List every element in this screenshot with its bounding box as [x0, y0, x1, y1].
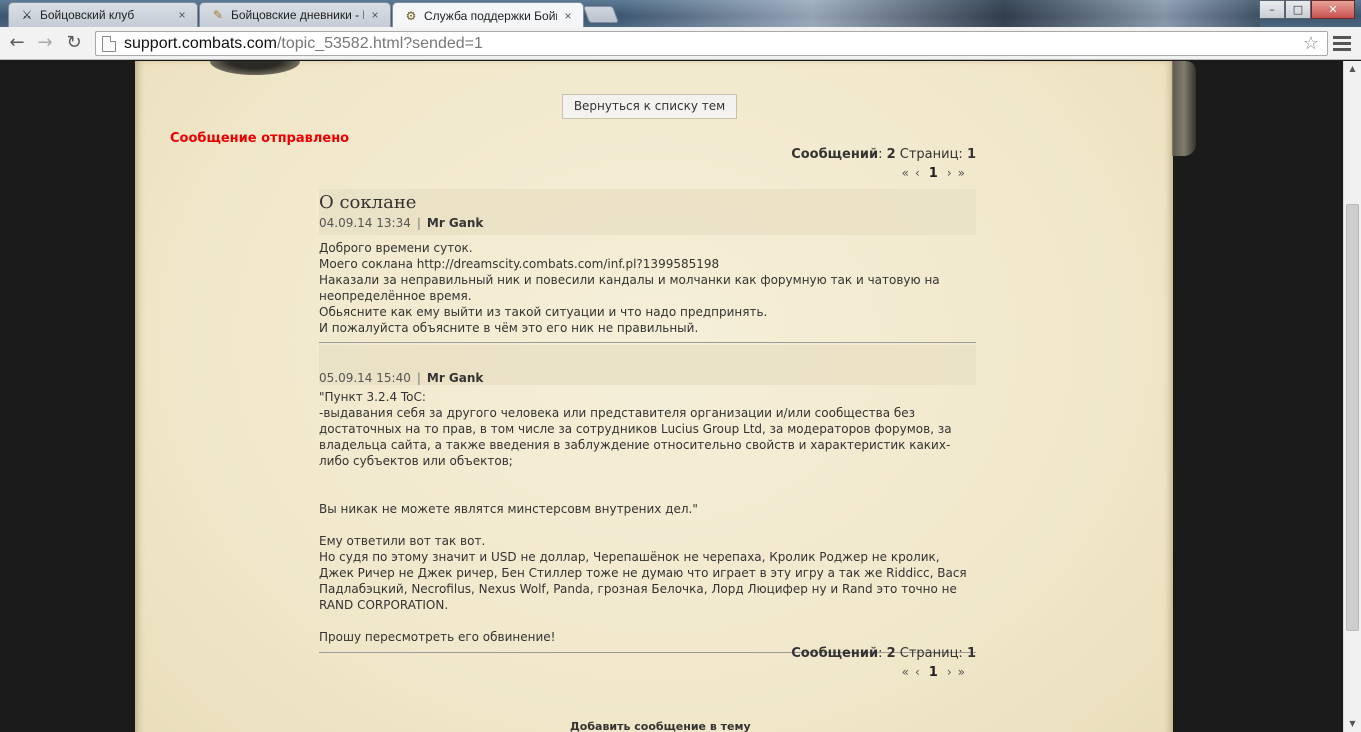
pages-count: 1	[966, 147, 976, 162]
add-message-link[interactable]: Добавить сообщение в тему	[570, 720, 751, 732]
close-icon[interactable]: ×	[368, 8, 382, 22]
decorative-ornament	[210, 61, 300, 75]
scrollbar-thumb[interactable]	[1346, 204, 1359, 631]
new-tab-button[interactable]	[582, 6, 620, 23]
window-controls: – □ ✕	[1259, 0, 1355, 19]
tab-strip: ⚔ Бойцовский клуб × ✎ Бойцовские дневник…	[0, 0, 1361, 27]
meta-separator: |	[416, 371, 421, 385]
tab-title: Бойцовские дневники - Н	[231, 8, 364, 22]
post-author[interactable]: Mr Gank	[427, 371, 484, 385]
tab-title: Бойцовский клуб	[40, 8, 135, 22]
tab-support-service[interactable]: ⚙ Служба поддержки Бойц ×	[392, 2, 584, 27]
pager: « ‹ 1 › »	[899, 166, 968, 181]
pages-count: 1	[966, 646, 976, 661]
sent-notice: Сообщение отправлено	[170, 131, 350, 146]
url-path: /topic_53582.html?sended=1	[276, 34, 483, 52]
topic-title: О соклане	[319, 192, 417, 213]
page-icon	[102, 35, 116, 52]
post-date: 05.09.14 15:40	[319, 371, 411, 385]
post-divider	[319, 342, 976, 343]
close-icon[interactable]: ×	[175, 8, 189, 22]
scroll-up-icon[interactable]: ▲	[1344, 61, 1361, 77]
prev-page-link[interactable]: ‹	[915, 665, 920, 679]
tab-combat-diaries[interactable]: ✎ Бойцовские дневники - Н ×	[199, 2, 391, 27]
bookmark-star-icon[interactable]: ☆	[1303, 33, 1319, 54]
pages-label: Страниц:	[899, 147, 963, 162]
messages-count: 2	[886, 646, 896, 661]
decorative-ornament	[1172, 61, 1196, 156]
close-window-button[interactable]: ✕	[1311, 0, 1355, 19]
pages-label: Страниц:	[899, 646, 963, 661]
post-author[interactable]: Mr Gank	[427, 216, 484, 230]
pager: « ‹ 1 › »	[899, 665, 968, 680]
minimize-button[interactable]: –	[1259, 0, 1285, 19]
top-pagination: Сообщений: 2 Страниц: 1 « ‹ 1 › »	[319, 146, 976, 186]
messages-count: 2	[886, 147, 896, 162]
post: 05.09.14 15:40 | Mr Gank "Пункт 3.2.4 ToC:…	[319, 345, 976, 653]
post-header: О соклане 04.09.14 13:34 | Mr Gank	[319, 189, 976, 235]
current-page: 1	[928, 166, 938, 181]
close-icon[interactable]: ×	[561, 9, 575, 23]
menu-icon[interactable]	[1333, 33, 1351, 53]
post-meta: 05.09.14 15:40 | Mr Gank	[319, 369, 483, 387]
meta-separator: |	[416, 216, 421, 230]
current-page: 1	[928, 665, 938, 680]
last-page-link[interactable]: »	[958, 665, 965, 679]
messages-label: Сообщений	[791, 147, 879, 162]
tab-combats-club[interactable]: ⚔ Бойцовский клуб ×	[8, 2, 198, 27]
next-page-link[interactable]: ›	[947, 166, 952, 180]
post: О соклане 04.09.14 13:34 | Mr Gank Доброго…	[319, 189, 976, 343]
back-arrow-icon[interactable]: ←	[5, 32, 29, 54]
message-counter: Сообщений: 2 Страниц: 1	[791, 646, 976, 661]
post-meta: 04.09.14 13:34 | Mr Gank	[319, 214, 976, 235]
scroll-down-icon[interactable]: ▼	[1344, 716, 1361, 732]
vertical-scrollbar[interactable]: ▲ ▼	[1343, 61, 1361, 732]
post-body: Доброго времени суток. Моего соклана htt…	[319, 241, 940, 335]
tab-title: Служба поддержки Бойц	[424, 8, 557, 23]
messages-label: Сообщений	[791, 646, 879, 661]
address-bar[interactable]: support.combats.com/topic_53582.html?sen…	[95, 31, 1328, 56]
browser-toolbar: ← → ↻ support.combats.com/topic_53582.ht…	[0, 27, 1361, 60]
next-page-link[interactable]: ›	[947, 665, 952, 679]
url-host: support.combats.com	[124, 34, 277, 52]
gear-icon: ⚙	[405, 8, 417, 23]
quill-icon: ✎	[212, 8, 224, 22]
post-date: 04.09.14 13:34	[319, 216, 411, 230]
maximize-button[interactable]: □	[1285, 0, 1311, 19]
swords-icon: ⚔	[21, 8, 33, 22]
message-counter: Сообщений: 2 Страниц: 1	[791, 147, 976, 162]
forward-arrow-icon[interactable]: →	[33, 32, 57, 54]
last-page-link[interactable]: »	[958, 166, 965, 180]
post-header: 05.09.14 15:40 | Mr Gank	[319, 345, 976, 385]
back-to-topics-button[interactable]: Вернуться к списку тем	[562, 94, 737, 119]
reload-icon[interactable]: ↻	[62, 32, 86, 54]
bottom-pagination: Сообщений: 2 Страниц: 1 « ‹ 1 › »	[319, 646, 976, 686]
first-page-link[interactable]: «	[902, 665, 909, 679]
post-body: "Пункт 3.2.4 ToC: -выдавания себя за дру…	[319, 390, 967, 644]
prev-page-link[interactable]: ‹	[915, 166, 920, 180]
page-viewport: Вернуться к списку тем Сообщение отправл…	[0, 61, 1343, 732]
first-page-link[interactable]: «	[902, 166, 909, 180]
